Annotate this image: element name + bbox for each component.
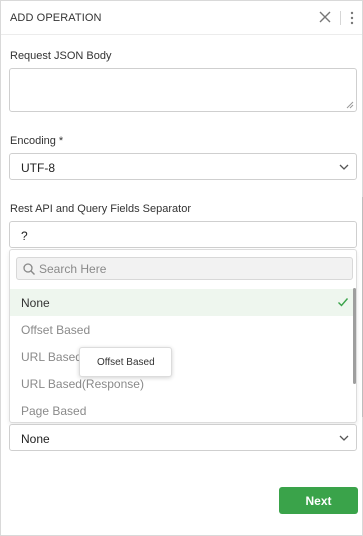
check-icon (338, 298, 349, 307)
option-label: Offset Based (21, 323, 91, 337)
separator-label: Rest API and Query Fields Separator (10, 203, 191, 215)
option-url-based[interactable]: URL Based (10, 343, 354, 370)
chevron-down-icon (339, 435, 349, 441)
request-json-body-input[interactable] (9, 68, 357, 112)
tooltip-text: Offset Based (97, 357, 155, 368)
search-input[interactable] (39, 260, 339, 278)
option-url-based-response[interactable]: URL Based(Response) (10, 370, 354, 397)
next-button[interactable]: Next (279, 487, 358, 514)
header-divider (340, 11, 341, 25)
pagination-select[interactable]: None (9, 424, 357, 451)
chevron-down-icon (339, 164, 349, 170)
panel-title: ADD OPERATION (10, 12, 102, 24)
separator-value: ? (21, 229, 28, 243)
option-label: Page Based (21, 404, 87, 418)
dropdown-menu: None Offset Based URL Based URL Based(Re… (9, 249, 357, 423)
option-none[interactable]: None (10, 289, 354, 316)
option-offset-based[interactable]: Offset Based (10, 316, 354, 343)
option-label: None (21, 296, 50, 310)
option-page-based[interactable]: Page Based (10, 397, 354, 422)
search-icon (23, 263, 35, 275)
dropdown-scrollbar[interactable] (353, 288, 356, 384)
separator-input[interactable]: ? (9, 221, 357, 248)
kebab-menu-icon[interactable] (347, 10, 357, 26)
option-label: URL Based(Response) (21, 377, 144, 391)
option-tooltip: Offset Based (79, 347, 172, 377)
pagination-value: None (21, 432, 50, 446)
close-icon[interactable] (318, 10, 332, 24)
option-label: URL Based (21, 350, 82, 364)
add-operation-panel: ADD OPERATION Request JSON Body Encoding… (0, 0, 363, 536)
request-json-body-label: Request JSON Body (10, 50, 112, 62)
encoding-select[interactable]: UTF-8 (9, 153, 357, 180)
encoding-label: Encoding * (10, 135, 64, 147)
encoding-value: UTF-8 (21, 161, 55, 175)
resize-grip-icon[interactable] (346, 101, 354, 109)
dropdown-search[interactable] (16, 257, 353, 280)
panel-header: ADD OPERATION (1, 1, 362, 35)
